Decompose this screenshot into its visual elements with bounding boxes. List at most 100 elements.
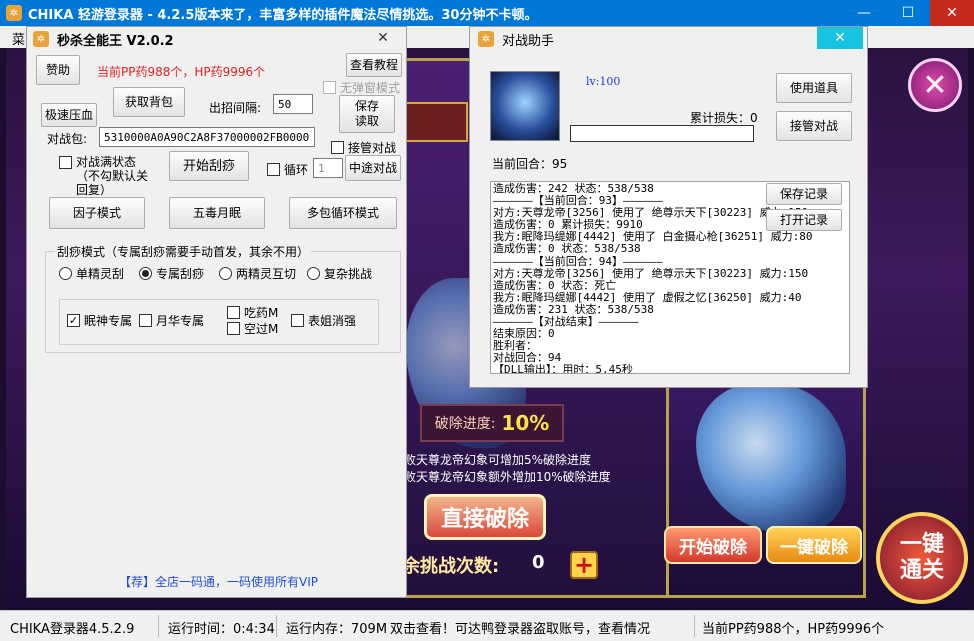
biaojie-checkbox[interactable]: 表姐消强	[291, 312, 356, 329]
scrape-mode-group-title: 刮痧模式（专属刮痧需要手动首发，其余不用）	[55, 243, 312, 260]
tool-logo-icon: ✲	[33, 31, 49, 47]
open-log-button[interactable]: 打开记录	[766, 209, 842, 231]
eat-medicine-label: 吃药M	[244, 306, 279, 320]
factor-mode-button[interactable]: 因子模式	[49, 197, 145, 229]
packet-label: 对战包:	[47, 132, 88, 146]
break-progress: 破除进度: 10%	[420, 404, 564, 442]
direct-break-button[interactable]: 直接破除	[424, 494, 546, 540]
empty-m-checkbox[interactable]: 空过M	[227, 320, 278, 337]
eat-medicine-checkbox[interactable]: 吃药M	[227, 304, 278, 321]
battle-window: ✲ 对战助手 ✕ lv:100 累计损失：0 当前回合：95 使用道具 接管对战…	[469, 26, 868, 388]
promo-link[interactable]: 【荐】全店一码通，一码使用所有VIP	[119, 573, 318, 590]
tool-title-bar: ✲ 秒杀全能王 V2.0.2 ✕	[27, 27, 406, 51]
get-bag-button[interactable]: 获取背包	[113, 87, 185, 117]
loop-label: 循环	[284, 163, 309, 177]
add-challenge-button[interactable]: +	[570, 551, 598, 579]
start-scrape-button[interactable]: 开始刮痧	[169, 151, 249, 181]
minimize-icon[interactable]: —	[842, 0, 886, 26]
battle-log-line: 对方:天尊龙帝[3256] 使用了 绝尊示天下[30223] 威力:150	[493, 266, 809, 280]
loop-checkbox[interactable]: 循环	[267, 161, 308, 178]
main-title-bar: ✲ CHIKA 轻游登录器 - 4.2.5版本来了，丰富多样的插件魔法尽情挑选。…	[0, 0, 974, 26]
game-close-icon[interactable]: ✕	[908, 58, 962, 112]
onekey-break-button[interactable]: 一键破除	[766, 526, 862, 564]
start-break-button[interactable]: 开始破除	[664, 526, 762, 564]
menu-item[interactable]: 菜	[12, 29, 25, 48]
yuehua-label: 月华专属	[156, 314, 205, 328]
battle-title: 对战助手	[502, 33, 555, 49]
loop-check-box[interactable]	[267, 163, 280, 176]
challenge-label: 余挑战次数:	[402, 556, 500, 577]
midway-battle-button[interactable]: 中途对战	[345, 155, 401, 181]
empty-m-check-box[interactable]	[227, 322, 240, 335]
full-state-label: 对战满状态（不勾默认关回复）	[76, 155, 149, 197]
radio-label: 两精灵互切	[236, 267, 297, 281]
save-read-button[interactable]: 保存 读取	[339, 95, 395, 133]
interval-input[interactable]	[273, 94, 313, 114]
game-banner	[398, 102, 468, 142]
loop-count-input[interactable]	[313, 158, 343, 178]
full-state-checkbox[interactable]: 对战满状态（不勾默认关回复）	[59, 155, 159, 197]
onekey-pass-button[interactable]: 一键 通关	[876, 512, 968, 604]
tool-title: 秒杀全能王 V2.0.2	[57, 33, 174, 49]
battle-log-line: ——————【当前回合：94】——————	[493, 254, 663, 268]
battle-log-line: 结束原因：0	[493, 327, 555, 341]
multi-loop-button[interactable]: 多包循环模式	[289, 197, 397, 229]
no-popup-checkbox[interactable]: 无弹窗模式	[323, 79, 400, 96]
radio-complex-challenge[interactable]: 复杂挑战	[307, 265, 372, 282]
challenge-count: 0	[532, 552, 545, 573]
radio-dot[interactable]	[59, 267, 72, 280]
yuehua-check-box[interactable]	[139, 314, 152, 327]
radio-dot[interactable]	[307, 267, 320, 280]
app-logo-icon: ✲	[6, 5, 22, 21]
maximize-icon[interactable]: ☐	[886, 0, 930, 26]
packet-input[interactable]	[99, 127, 315, 147]
eat-medicine-check-box[interactable]	[227, 306, 240, 319]
hint-line-2: 击败天尊龙帝幻象额外增加10%破除进度	[392, 470, 611, 484]
biaojie-label: 表姐消强	[308, 314, 357, 328]
radio-two-sprite-switch[interactable]: 两精灵互切	[219, 265, 296, 282]
no-popup-label: 无弹窗模式	[340, 81, 401, 95]
close-icon[interactable]: ✕	[930, 0, 974, 26]
auto-battle-check-box[interactable]	[331, 141, 344, 154]
radio-dot[interactable]	[219, 267, 232, 280]
radio-exclusive-scrape[interactable]: 专属刮痧	[139, 265, 204, 282]
status-bar: CHIKA登录器4.5.2.9 运行时间：0:4:34 运行内存：709M 双击…	[0, 610, 974, 641]
view-tutorial-button[interactable]: 查看教程	[346, 53, 402, 77]
mianshen-label: 眠神专属	[84, 314, 133, 328]
current-round: 当前回合：95	[492, 157, 568, 171]
biaojie-check-box[interactable]	[291, 314, 304, 327]
radio-single-sprite[interactable]: 单精灵刮	[59, 265, 124, 282]
pet-level: lv:100	[586, 75, 621, 88]
battle-logo-icon: ✲	[478, 31, 494, 47]
status-pp-hp: 当前PP药988个，HP药9996个	[702, 622, 885, 637]
battle-log-line: 造成伤害：0 状态：538/538	[493, 242, 641, 256]
interval-label: 出招间隔:	[209, 101, 262, 115]
hp-bar	[570, 125, 754, 142]
hint-line-1: 败天尊龙帝幻象可增加5%破除进度	[404, 453, 592, 467]
auto-battle-checkbox[interactable]: 接管对战	[331, 139, 396, 156]
tool-close-icon[interactable]: ✕	[360, 27, 406, 49]
status-run-time: 运行时间：0:4:34	[168, 622, 275, 637]
radio-label: 复杂挑战	[324, 267, 373, 281]
status-run-memory: 运行内存：709M	[286, 622, 388, 637]
mianshen-check-box[interactable]: ✓	[67, 314, 80, 327]
progress-label: 破除进度:	[434, 416, 496, 432]
pp-hp-info: 当前PP药988个，HP药9996个	[97, 65, 266, 79]
auto-battle-label: 接管对战	[348, 141, 397, 155]
mianshen-checkbox[interactable]: ✓ 眠神专属	[67, 312, 132, 329]
empty-m-label: 空过M	[244, 322, 279, 336]
no-popup-check-box[interactable]	[323, 81, 336, 94]
yuehua-checkbox[interactable]: 月华专属	[139, 312, 204, 329]
take-over-battle-button[interactable]: 接管对战	[776, 111, 852, 141]
status-notice[interactable]: 双击查看！可达鸭登录器盗取账号，查看情况	[390, 618, 650, 637]
sponsor-button[interactable]: 赞助	[36, 55, 80, 85]
battle-log-line: 【DLL输出】：用时：5.45秒	[493, 363, 633, 374]
use-item-button[interactable]: 使用道具	[776, 73, 852, 103]
full-state-check-box[interactable]	[59, 156, 72, 169]
progress-value: 10%	[501, 411, 550, 435]
radio-dot[interactable]	[139, 267, 152, 280]
five-poison-button[interactable]: 五毒月眠	[169, 197, 265, 229]
fast-blood-button[interactable]: 极速压血	[41, 103, 97, 127]
battle-close-icon[interactable]: ✕	[817, 27, 863, 49]
save-log-button[interactable]: 保存记录	[766, 183, 842, 205]
